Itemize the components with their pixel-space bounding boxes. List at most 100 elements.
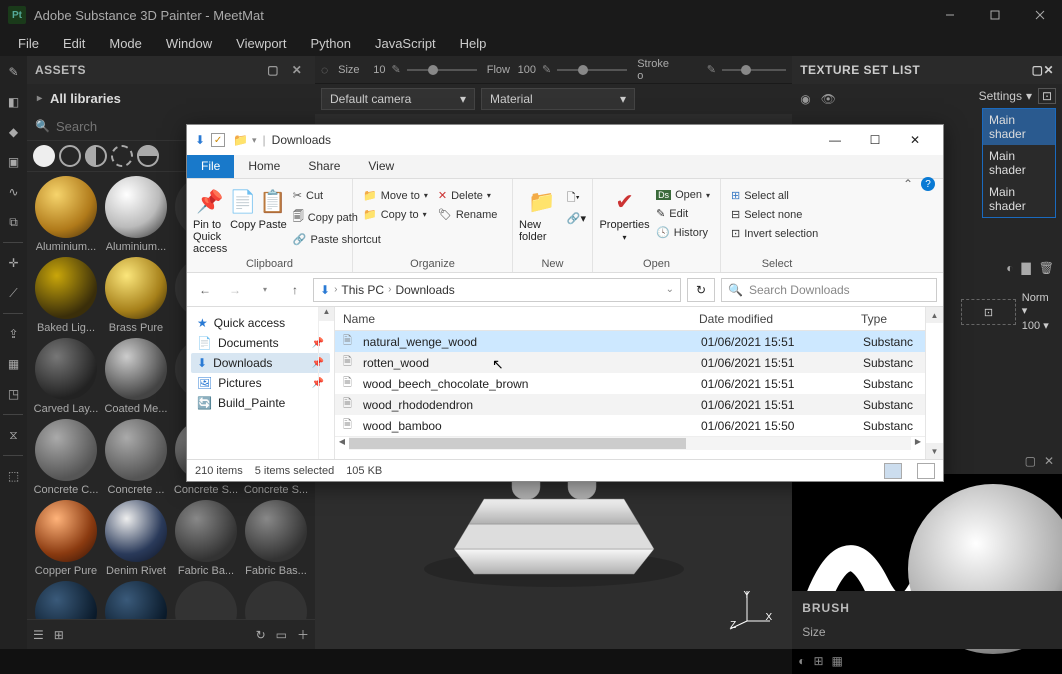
select-all-button[interactable]: ⊞Select all — [727, 187, 822, 204]
eyedropper-tool-icon[interactable]: ⟋ — [1, 281, 25, 305]
rename-button[interactable]: 🏷Rename — [434, 206, 502, 223]
timer-tool-icon[interactable]: ⧖ — [1, 423, 25, 447]
crop-tool-icon[interactable]: ⬚ — [1, 464, 25, 488]
move-to-button[interactable]: 📁Move to▾ — [359, 187, 432, 204]
checkbox-icon[interactable]: ✓ — [211, 133, 225, 147]
close-panel-icon[interactable]: ✕ — [287, 60, 307, 80]
preview-mode-icon[interactable]: ◐ — [798, 654, 805, 668]
menu-viewport[interactable]: Viewport — [224, 32, 298, 55]
menu-edit[interactable]: Edit — [51, 32, 97, 55]
address-bar[interactable]: ⬇ › This PC › Downloads ⌄ — [313, 278, 681, 302]
filter-all-icon[interactable] — [33, 145, 55, 167]
asset-thumbnail[interactable]: Coated Me... — [103, 338, 169, 415]
edit-button[interactable]: ✎Edit — [652, 205, 714, 222]
explorer-titlebar[interactable]: ⬇ ✓ 📁 ▾ | Downloads — ☐ ✕ — [187, 125, 943, 155]
file-row[interactable]: 🗎rotten_wood01/06/2021 15:51Substanc — [335, 352, 925, 373]
explorer-close-button[interactable]: ✕ — [895, 127, 935, 153]
asset-thumbnail[interactable] — [103, 581, 169, 619]
chevron-down-icon[interactable]: ⌄ — [666, 284, 674, 295]
close-panel-icon[interactable]: ✕ — [1043, 63, 1054, 77]
undock-icon[interactable]: ▢ — [1032, 63, 1044, 77]
menu-mode[interactable]: Mode — [97, 32, 154, 55]
shader-option[interactable]: Main shader — [983, 145, 1055, 181]
asset-thumbnail[interactable]: Baked Lig... — [33, 257, 99, 334]
asset-thumbnail[interactable]: Fabric Ba... — [173, 500, 239, 577]
projection-tool-icon[interactable]: ◆ — [1, 120, 25, 144]
horizontal-scrollbar[interactable]: ◀ ▶ — [335, 436, 925, 450]
ribbon-tab-home[interactable]: Home — [234, 155, 294, 178]
bake-tool-icon[interactable]: ▦ — [1, 352, 25, 376]
filter-smart-icon[interactable] — [85, 145, 107, 167]
add-icon[interactable]: ＋ — [297, 626, 309, 643]
mask-icon[interactable]: ◐ — [1006, 261, 1013, 275]
iray-tool-icon[interactable]: ◳ — [1, 382, 25, 406]
opacity-value[interactable]: 100 ▾ — [1022, 319, 1054, 332]
history-button[interactable]: 🕓History — [652, 224, 714, 241]
column-headers[interactable]: Name Date modified Type — [335, 307, 925, 331]
filter-materials-icon[interactable] — [59, 145, 81, 167]
layer-thumbnail[interactable]: ⊡ — [961, 299, 1016, 325]
asset-thumbnail[interactable]: Carved Lay... — [33, 338, 99, 415]
focus-icon[interactable]: ⊡ — [1038, 88, 1056, 104]
minimize-button[interactable] — [927, 0, 972, 30]
channel-dropdown[interactable]: Material▾ — [481, 88, 635, 110]
menu-help[interactable]: Help — [448, 32, 499, 55]
list-view-icon[interactable]: ☰ — [33, 628, 44, 642]
tree-scrollbar[interactable]: ▲ — [318, 307, 334, 459]
blend-mode-dropdown[interactable]: Norm ▾ — [1022, 292, 1054, 317]
import-icon[interactable]: ▭ — [276, 628, 287, 642]
chevron-down-icon[interactable]: ▾ — [252, 135, 257, 146]
menu-javascript[interactable]: JavaScript — [363, 32, 448, 55]
file-row[interactable]: 🗎wood_beech_chocolate_brown01/06/2021 15… — [335, 373, 925, 394]
forward-button[interactable]: → — [223, 278, 247, 302]
library-selector[interactable]: ▸ All libraries — [27, 84, 315, 112]
file-row[interactable]: 🗎wood_rhododendron01/06/2021 15:51Substa… — [335, 394, 925, 415]
refresh-button[interactable]: ↻ — [687, 278, 715, 302]
paste-button[interactable]: 📋Paste — [259, 183, 287, 231]
filter-alphas-icon[interactable] — [137, 145, 159, 167]
asset-thumbnail[interactable]: Copper Pure — [33, 500, 99, 577]
refresh-icon[interactable]: ↻ — [256, 628, 266, 642]
folder-icon[interactable]: ▇ — [1022, 261, 1031, 275]
clone-tool-icon[interactable]: ⧉ — [1, 210, 25, 234]
slider-size[interactable]: Size10✎ — [338, 63, 477, 76]
filter-textures-icon[interactable] — [111, 145, 133, 167]
open-button[interactable]: DsOpen▾ — [652, 187, 714, 203]
details-view-button[interactable] — [884, 463, 902, 479]
eraser-tool-icon[interactable]: ◧ — [1, 90, 25, 114]
help-icon[interactable]: ? — [921, 177, 935, 191]
select-none-button[interactable]: ⊟Select none — [727, 206, 822, 223]
copy-button[interactable]: 📄Copy — [229, 183, 256, 231]
easy-access-icon[interactable]: 🔗▾ — [567, 212, 586, 225]
asset-thumbnail[interactable] — [33, 581, 99, 619]
camera-dropdown[interactable]: Default camera▾ — [321, 88, 475, 110]
explorer-search[interactable]: 🔍 Search Downloads — [721, 278, 937, 302]
shader-option[interactable]: Main shader — [983, 109, 1055, 145]
menu-file[interactable]: File — [6, 32, 51, 55]
settings-dropdown[interactable]: Settings ▾ ⊡ — [979, 88, 1056, 104]
asset-thumbnail[interactable]: Fabric Bas... — [243, 500, 309, 577]
tree-item-pictures[interactable]: 🖼Pictures📌 — [191, 373, 330, 393]
close-panel-icon[interactable]: ✕ — [1044, 454, 1054, 468]
asset-thumbnail[interactable]: Concrete ... — [103, 419, 169, 496]
eye-solo-icon[interactable]: ◉ — [800, 92, 810, 106]
fill-tool-icon[interactable]: ▣ — [1, 150, 25, 174]
file-row[interactable]: 🗎wood_bamboo01/06/2021 15:50Substanc — [335, 415, 925, 436]
properties-button[interactable]: ✔Properties▾ — [599, 183, 650, 242]
smudge-tool-icon[interactable]: ∿ — [1, 180, 25, 204]
brush-shape-icon[interactable]: ◌ — [321, 63, 328, 77]
shader-option[interactable]: Main shader — [983, 181, 1055, 217]
brush-tool-icon[interactable]: ✎ — [1, 60, 25, 84]
asset-thumbnail[interactable] — [243, 581, 309, 619]
invert-selection-button[interactable]: ⊡Invert selection — [727, 225, 822, 242]
tree-item-quick-access[interactable]: ★Quick access — [191, 313, 330, 333]
ribbon-tab-share[interactable]: Share — [294, 155, 354, 178]
trash-icon[interactable]: 🗑 — [1039, 261, 1054, 275]
asset-thumbnail[interactable]: Aluminium... — [103, 176, 169, 253]
export-tool-icon[interactable]: ⇪ — [1, 322, 25, 346]
back-button[interactable]: ← — [193, 278, 217, 302]
asset-thumbnail[interactable]: Brass Pure — [103, 257, 169, 334]
picker-tool-icon[interactable]: ✛ — [1, 251, 25, 275]
copy-to-button[interactable]: 📁Copy to▾ — [359, 206, 432, 223]
preview-grid-icon[interactable]: ⊞ — [813, 654, 823, 668]
